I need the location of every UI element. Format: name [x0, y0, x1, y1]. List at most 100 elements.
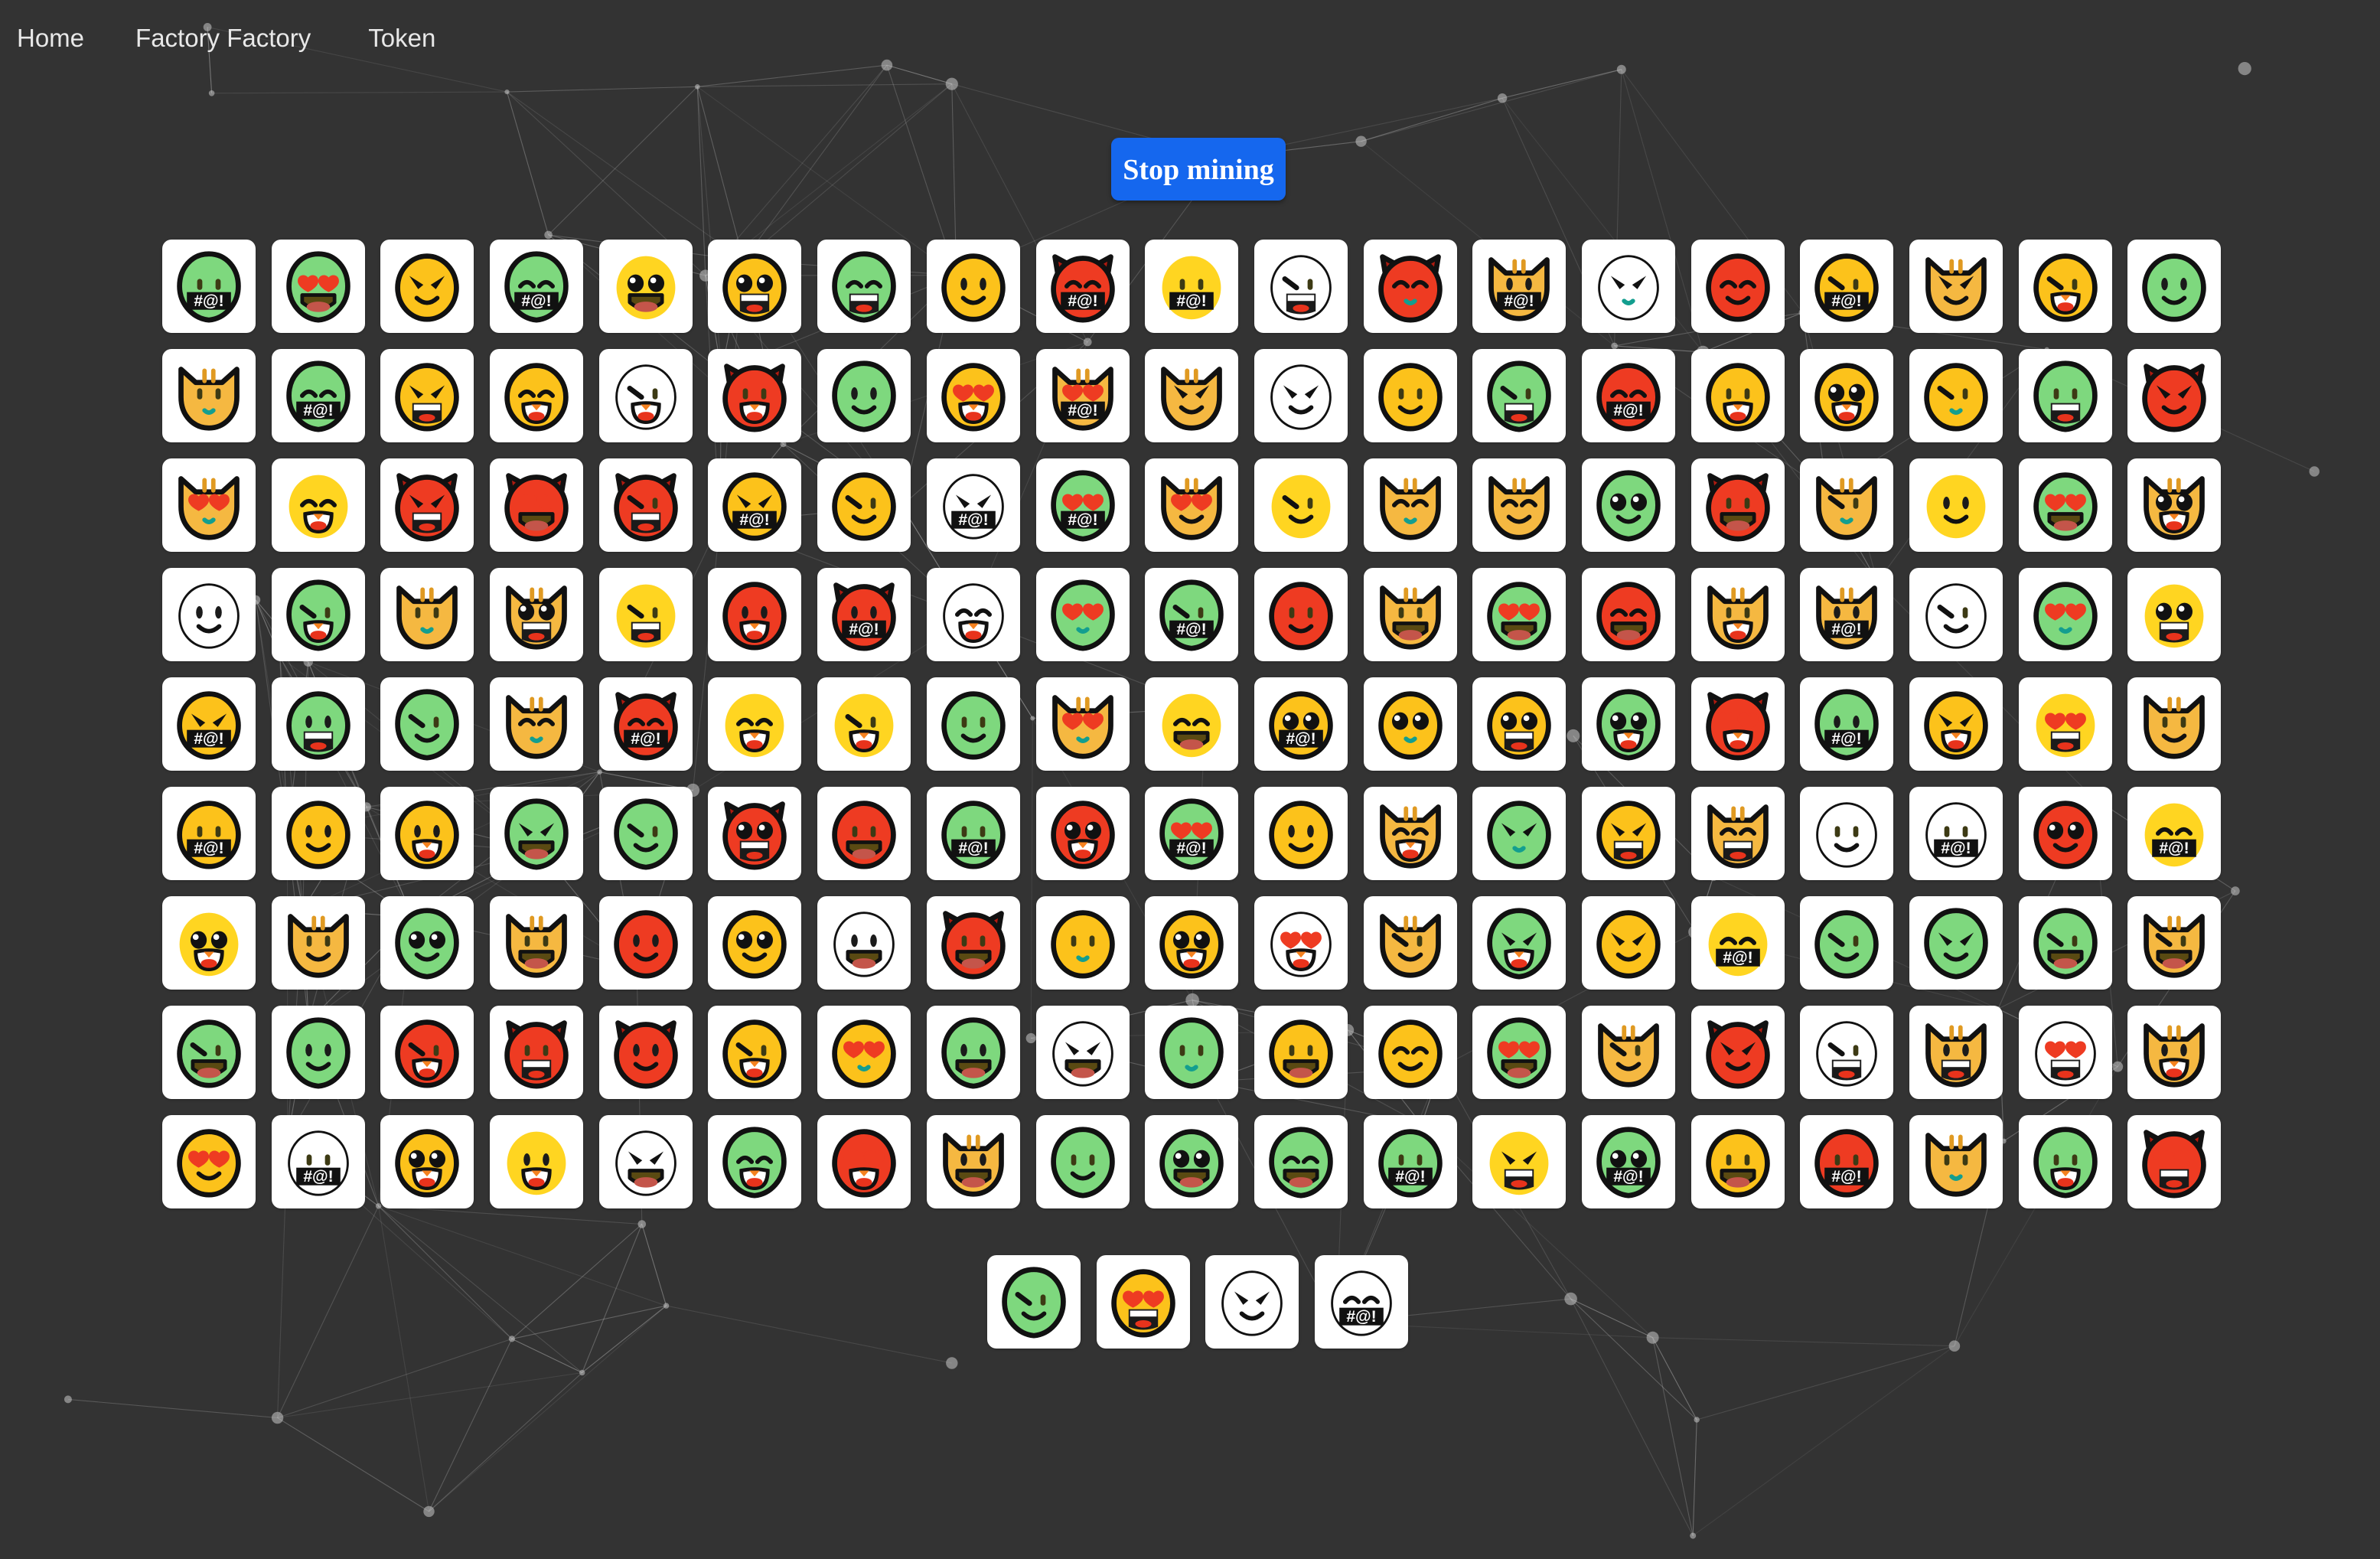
nav-link-home[interactable]: Home	[17, 25, 84, 51]
emoji-token-tile[interactable]: #@!	[1909, 787, 2003, 880]
emoji-token-tile[interactable]	[271, 896, 365, 990]
emoji-token-tile[interactable]	[380, 1115, 474, 1208]
stop-mining-button[interactable]: Stop mining	[1111, 138, 1286, 201]
emoji-token-tile[interactable]	[1096, 1255, 1190, 1349]
emoji-token-tile[interactable]	[271, 677, 365, 771]
emoji-token-tile[interactable]: #@!	[598, 677, 693, 771]
emoji-token-tile[interactable]	[2127, 677, 2222, 771]
emoji-token-tile[interactable]	[1254, 1006, 1348, 1099]
emoji-token-tile[interactable]	[817, 349, 911, 442]
emoji-token-tile[interactable]	[708, 240, 802, 333]
emoji-token-tile[interactable]	[380, 787, 474, 880]
emoji-token-tile[interactable]: #@!	[162, 240, 256, 333]
emoji-token-tile[interactable]: #@!	[1581, 1115, 1675, 1208]
emoji-token-tile[interactable]	[1363, 896, 1457, 990]
emoji-token-tile[interactable]	[598, 1115, 693, 1208]
emoji-token-tile[interactable]	[987, 1255, 1081, 1349]
emoji-token-tile[interactable]	[490, 1115, 584, 1208]
emoji-token-tile[interactable]	[1035, 568, 1130, 661]
emoji-token-tile[interactable]	[1909, 349, 2003, 442]
emoji-token-tile[interactable]	[2018, 896, 2112, 990]
emoji-token-tile[interactable]	[380, 458, 474, 552]
emoji-token-tile[interactable]	[598, 240, 693, 333]
emoji-token-tile[interactable]	[1581, 1006, 1675, 1099]
emoji-token-tile[interactable]	[1035, 787, 1130, 880]
emoji-token-tile[interactable]	[817, 677, 911, 771]
emoji-token-tile[interactable]	[926, 677, 1020, 771]
emoji-token-tile[interactable]	[1800, 787, 1894, 880]
emoji-token-tile[interactable]	[490, 349, 584, 442]
emoji-token-tile[interactable]: #@!	[926, 787, 1020, 880]
emoji-token-tile[interactable]	[708, 787, 802, 880]
emoji-token-tile[interactable]	[380, 677, 474, 771]
emoji-token-tile[interactable]	[1363, 458, 1457, 552]
emoji-token-tile[interactable]	[1909, 458, 2003, 552]
emoji-token-tile[interactable]	[1690, 458, 1785, 552]
emoji-token-tile[interactable]	[1472, 787, 1567, 880]
emoji-token-tile[interactable]	[490, 568, 584, 661]
emoji-token-tile[interactable]	[1472, 677, 1567, 771]
emoji-token-tile[interactable]: #@!	[1363, 1115, 1457, 1208]
emoji-token-tile[interactable]	[490, 458, 584, 552]
emoji-token-tile[interactable]	[380, 1006, 474, 1099]
emoji-token-tile[interactable]	[1581, 458, 1675, 552]
emoji-token-tile[interactable]	[1254, 787, 1348, 880]
emoji-token-tile[interactable]	[1690, 677, 1785, 771]
emoji-token-tile[interactable]	[1472, 568, 1567, 661]
emoji-token-tile[interactable]	[1145, 1006, 1239, 1099]
emoji-token-tile[interactable]	[1690, 1115, 1785, 1208]
emoji-token-tile[interactable]	[1581, 896, 1675, 990]
emoji-token-tile[interactable]	[490, 787, 584, 880]
emoji-token-tile[interactable]	[598, 1006, 693, 1099]
emoji-token-tile[interactable]: #@!	[1145, 240, 1239, 333]
emoji-token-tile[interactable]	[2018, 1006, 2112, 1099]
emoji-token-tile[interactable]	[817, 1006, 911, 1099]
emoji-token-tile[interactable]	[271, 787, 365, 880]
emoji-token-tile[interactable]	[598, 349, 693, 442]
emoji-token-tile[interactable]	[2018, 1115, 2112, 1208]
emoji-token-tile[interactable]	[1800, 896, 1894, 990]
emoji-token-tile[interactable]	[598, 458, 693, 552]
emoji-token-tile[interactable]	[2018, 240, 2112, 333]
emoji-token-tile[interactable]	[1363, 787, 1457, 880]
emoji-token-tile[interactable]	[2127, 896, 2222, 990]
emoji-token-tile[interactable]	[1472, 896, 1567, 990]
emoji-token-tile[interactable]	[271, 240, 365, 333]
emoji-token-tile[interactable]: #@!	[1035, 458, 1130, 552]
emoji-token-tile[interactable]	[490, 677, 584, 771]
emoji-token-tile[interactable]	[817, 240, 911, 333]
emoji-token-tile[interactable]	[817, 458, 911, 552]
emoji-token-tile[interactable]	[926, 1115, 1020, 1208]
emoji-token-tile[interactable]	[1254, 349, 1348, 442]
emoji-token-tile[interactable]	[1909, 240, 2003, 333]
emoji-token-tile[interactable]	[490, 1006, 584, 1099]
emoji-token-tile[interactable]	[1581, 787, 1675, 880]
emoji-token-tile[interactable]: #@!	[1145, 787, 1239, 880]
emoji-token-tile[interactable]	[598, 896, 693, 990]
emoji-token-tile[interactable]	[2018, 458, 2112, 552]
emoji-token-tile[interactable]	[380, 896, 474, 990]
nav-link-factory-factory[interactable]: Factory Factory	[135, 25, 311, 51]
emoji-token-tile[interactable]: #@!	[817, 568, 911, 661]
emoji-token-tile[interactable]	[817, 787, 911, 880]
emoji-token-tile[interactable]	[162, 1006, 256, 1099]
emoji-token-tile[interactable]: #@!	[926, 458, 1020, 552]
emoji-token-tile[interactable]: #@!	[708, 458, 802, 552]
emoji-token-tile[interactable]	[708, 896, 802, 990]
emoji-token-tile[interactable]	[926, 1006, 1020, 1099]
emoji-token-tile[interactable]	[926, 896, 1020, 990]
emoji-token-tile[interactable]	[708, 1115, 802, 1208]
emoji-token-tile[interactable]	[162, 1115, 256, 1208]
emoji-token-tile[interactable]	[1145, 896, 1239, 990]
emoji-token-tile[interactable]	[2018, 568, 2112, 661]
emoji-token-tile[interactable]	[1254, 568, 1348, 661]
emoji-token-tile[interactable]: #@!	[1035, 240, 1130, 333]
emoji-token-tile[interactable]: #@!	[1145, 568, 1239, 661]
emoji-token-tile[interactable]: #@!	[162, 787, 256, 880]
emoji-token-tile[interactable]	[1363, 568, 1457, 661]
emoji-token-tile[interactable]: #@!	[271, 1115, 365, 1208]
emoji-token-tile[interactable]	[1363, 240, 1457, 333]
emoji-token-tile[interactable]	[708, 677, 802, 771]
emoji-token-tile[interactable]	[1690, 240, 1785, 333]
emoji-token-tile[interactable]: #@!	[1690, 896, 1785, 990]
